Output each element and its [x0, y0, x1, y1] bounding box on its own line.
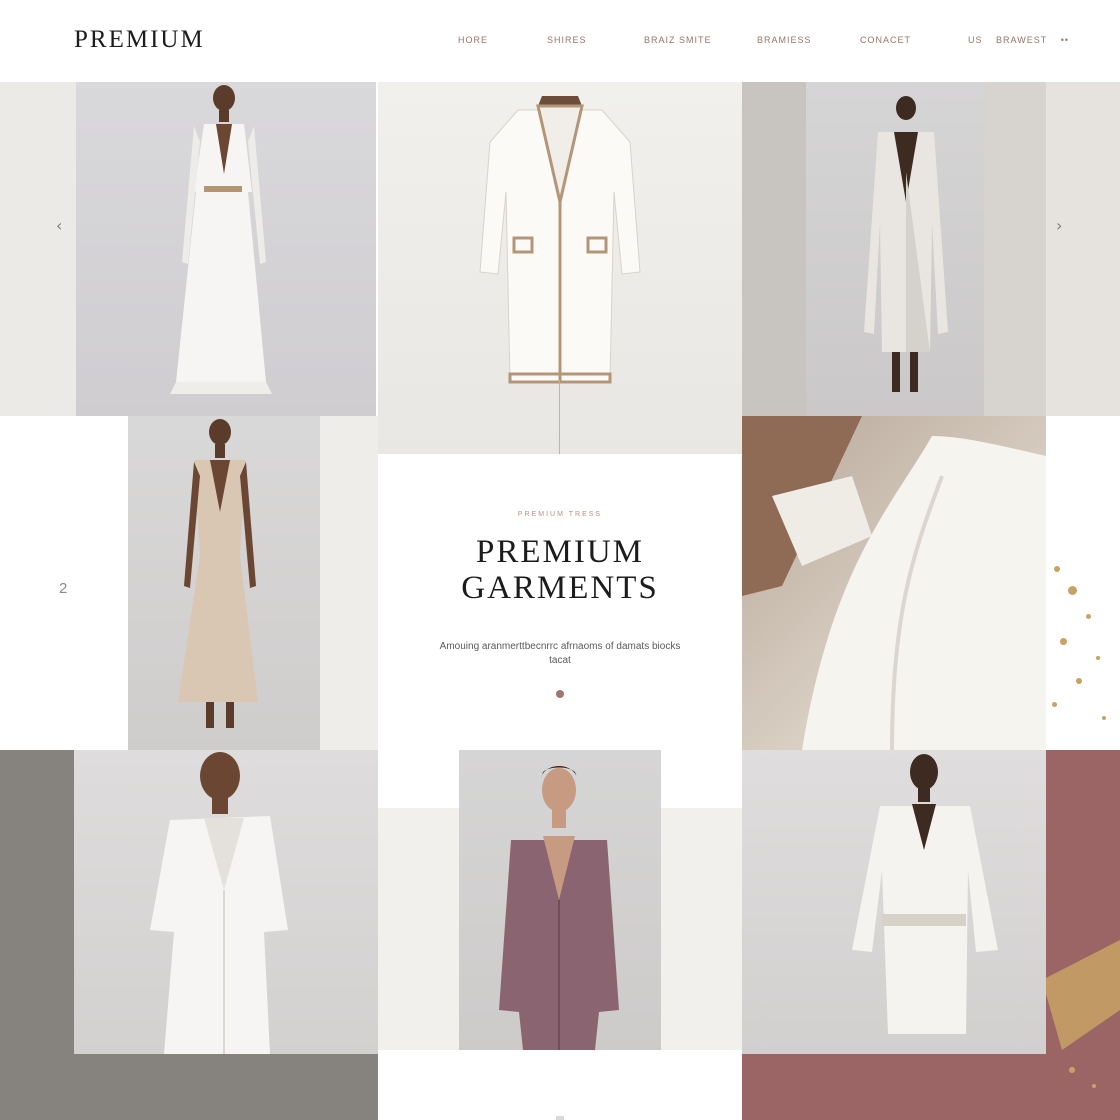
gold-fleck — [1052, 702, 1057, 707]
nav-item-more[interactable]: •• — [1061, 35, 1069, 45]
long-coat-figure — [864, 96, 948, 392]
carousel-page-number: 2 — [59, 580, 68, 597]
nav-item-conacet[interactable]: CONACET — [860, 35, 911, 45]
product-image-long-coat[interactable] — [806, 82, 984, 416]
fabric-detail-figure — [742, 416, 1046, 750]
gold-fleck — [1076, 678, 1082, 684]
feature-title-line1: PREMIUM — [475, 534, 645, 570]
gold-fleck — [1086, 614, 1091, 619]
feature-panel: PREMIUM TRESS PREMIUM GARMENTS Amouing a… — [378, 454, 742, 750]
panel-right-top-b — [984, 82, 1046, 416]
feature-title-line2: GARMENTS — [461, 570, 659, 606]
nav-item-braiz-smite[interactable]: BRAIZ SMITE — [644, 35, 712, 45]
nav-item-shires[interactable]: SHIRES — [547, 35, 587, 45]
feature-eyebrow: PREMIUM TRESS — [517, 511, 603, 518]
feature-description: Amouing aranmerttbecnrrc afrnaoms of dam… — [439, 641, 681, 666]
gold-fleck — [1060, 638, 1067, 645]
gold-fleck — [1068, 586, 1077, 595]
panel-right-top-a — [742, 82, 806, 416]
panel-right-middle — [1046, 416, 1120, 750]
product-image-white-shirt[interactable] — [742, 750, 1046, 1054]
gold-fleck — [1096, 656, 1100, 660]
main-nav: HORE SHIRES BRAIZ SMITE BRAMIESS CONACET — [0, 35, 1120, 49]
carousel-dot[interactable] — [556, 690, 564, 698]
site-header: PREMIUM HORE SHIRES BRAIZ SMITE BRAMIESS… — [0, 0, 1120, 82]
white-suit-figure — [150, 752, 288, 1054]
product-image-mauve-blazer[interactable] — [459, 750, 661, 1050]
nav-item-us[interactable]: US — [968, 35, 983, 45]
product-image-white-gown[interactable] — [76, 82, 376, 416]
header-utility-links: US BRAWEST •• — [968, 35, 1079, 45]
panel-middle-gap — [320, 416, 378, 750]
coat-hanger-line — [559, 380, 560, 454]
product-image-fabric-detail[interactable] — [742, 416, 1046, 750]
panel-left-bottom-b — [74, 1054, 378, 1120]
gold-fleck — [1102, 716, 1106, 720]
white-coat-figure — [479, 96, 641, 384]
product-image-white-coat[interactable] — [378, 82, 742, 454]
footer-indicator — [556, 1116, 564, 1120]
white-shirt-figure — [852, 754, 998, 1034]
champagne-gown-figure — [178, 419, 258, 728]
nav-item-brawest[interactable]: BRAWEST — [996, 35, 1047, 45]
product-image-champagne-gown[interactable] — [128, 416, 320, 750]
nav-item-home[interactable]: HORE — [458, 35, 488, 45]
panel-right-top-c — [1046, 82, 1120, 416]
gold-fleck — [1054, 566, 1060, 572]
panel-left-top — [0, 82, 76, 416]
product-image-white-suit[interactable] — [74, 750, 378, 1054]
panel-left-bottom — [0, 750, 74, 1120]
panel-center-foot — [378, 1050, 742, 1120]
nav-item-bramiess[interactable]: BRAMIESS — [757, 35, 812, 45]
white-gown-figure — [170, 85, 272, 394]
feature-title: PREMIUM GARMENTS — [378, 534, 742, 606]
mauve-blazer-figure — [499, 766, 619, 1050]
carousel-next-arrow[interactable]: › — [1056, 216, 1062, 235]
carousel-prev-arrow[interactable]: ‹ — [56, 216, 62, 235]
